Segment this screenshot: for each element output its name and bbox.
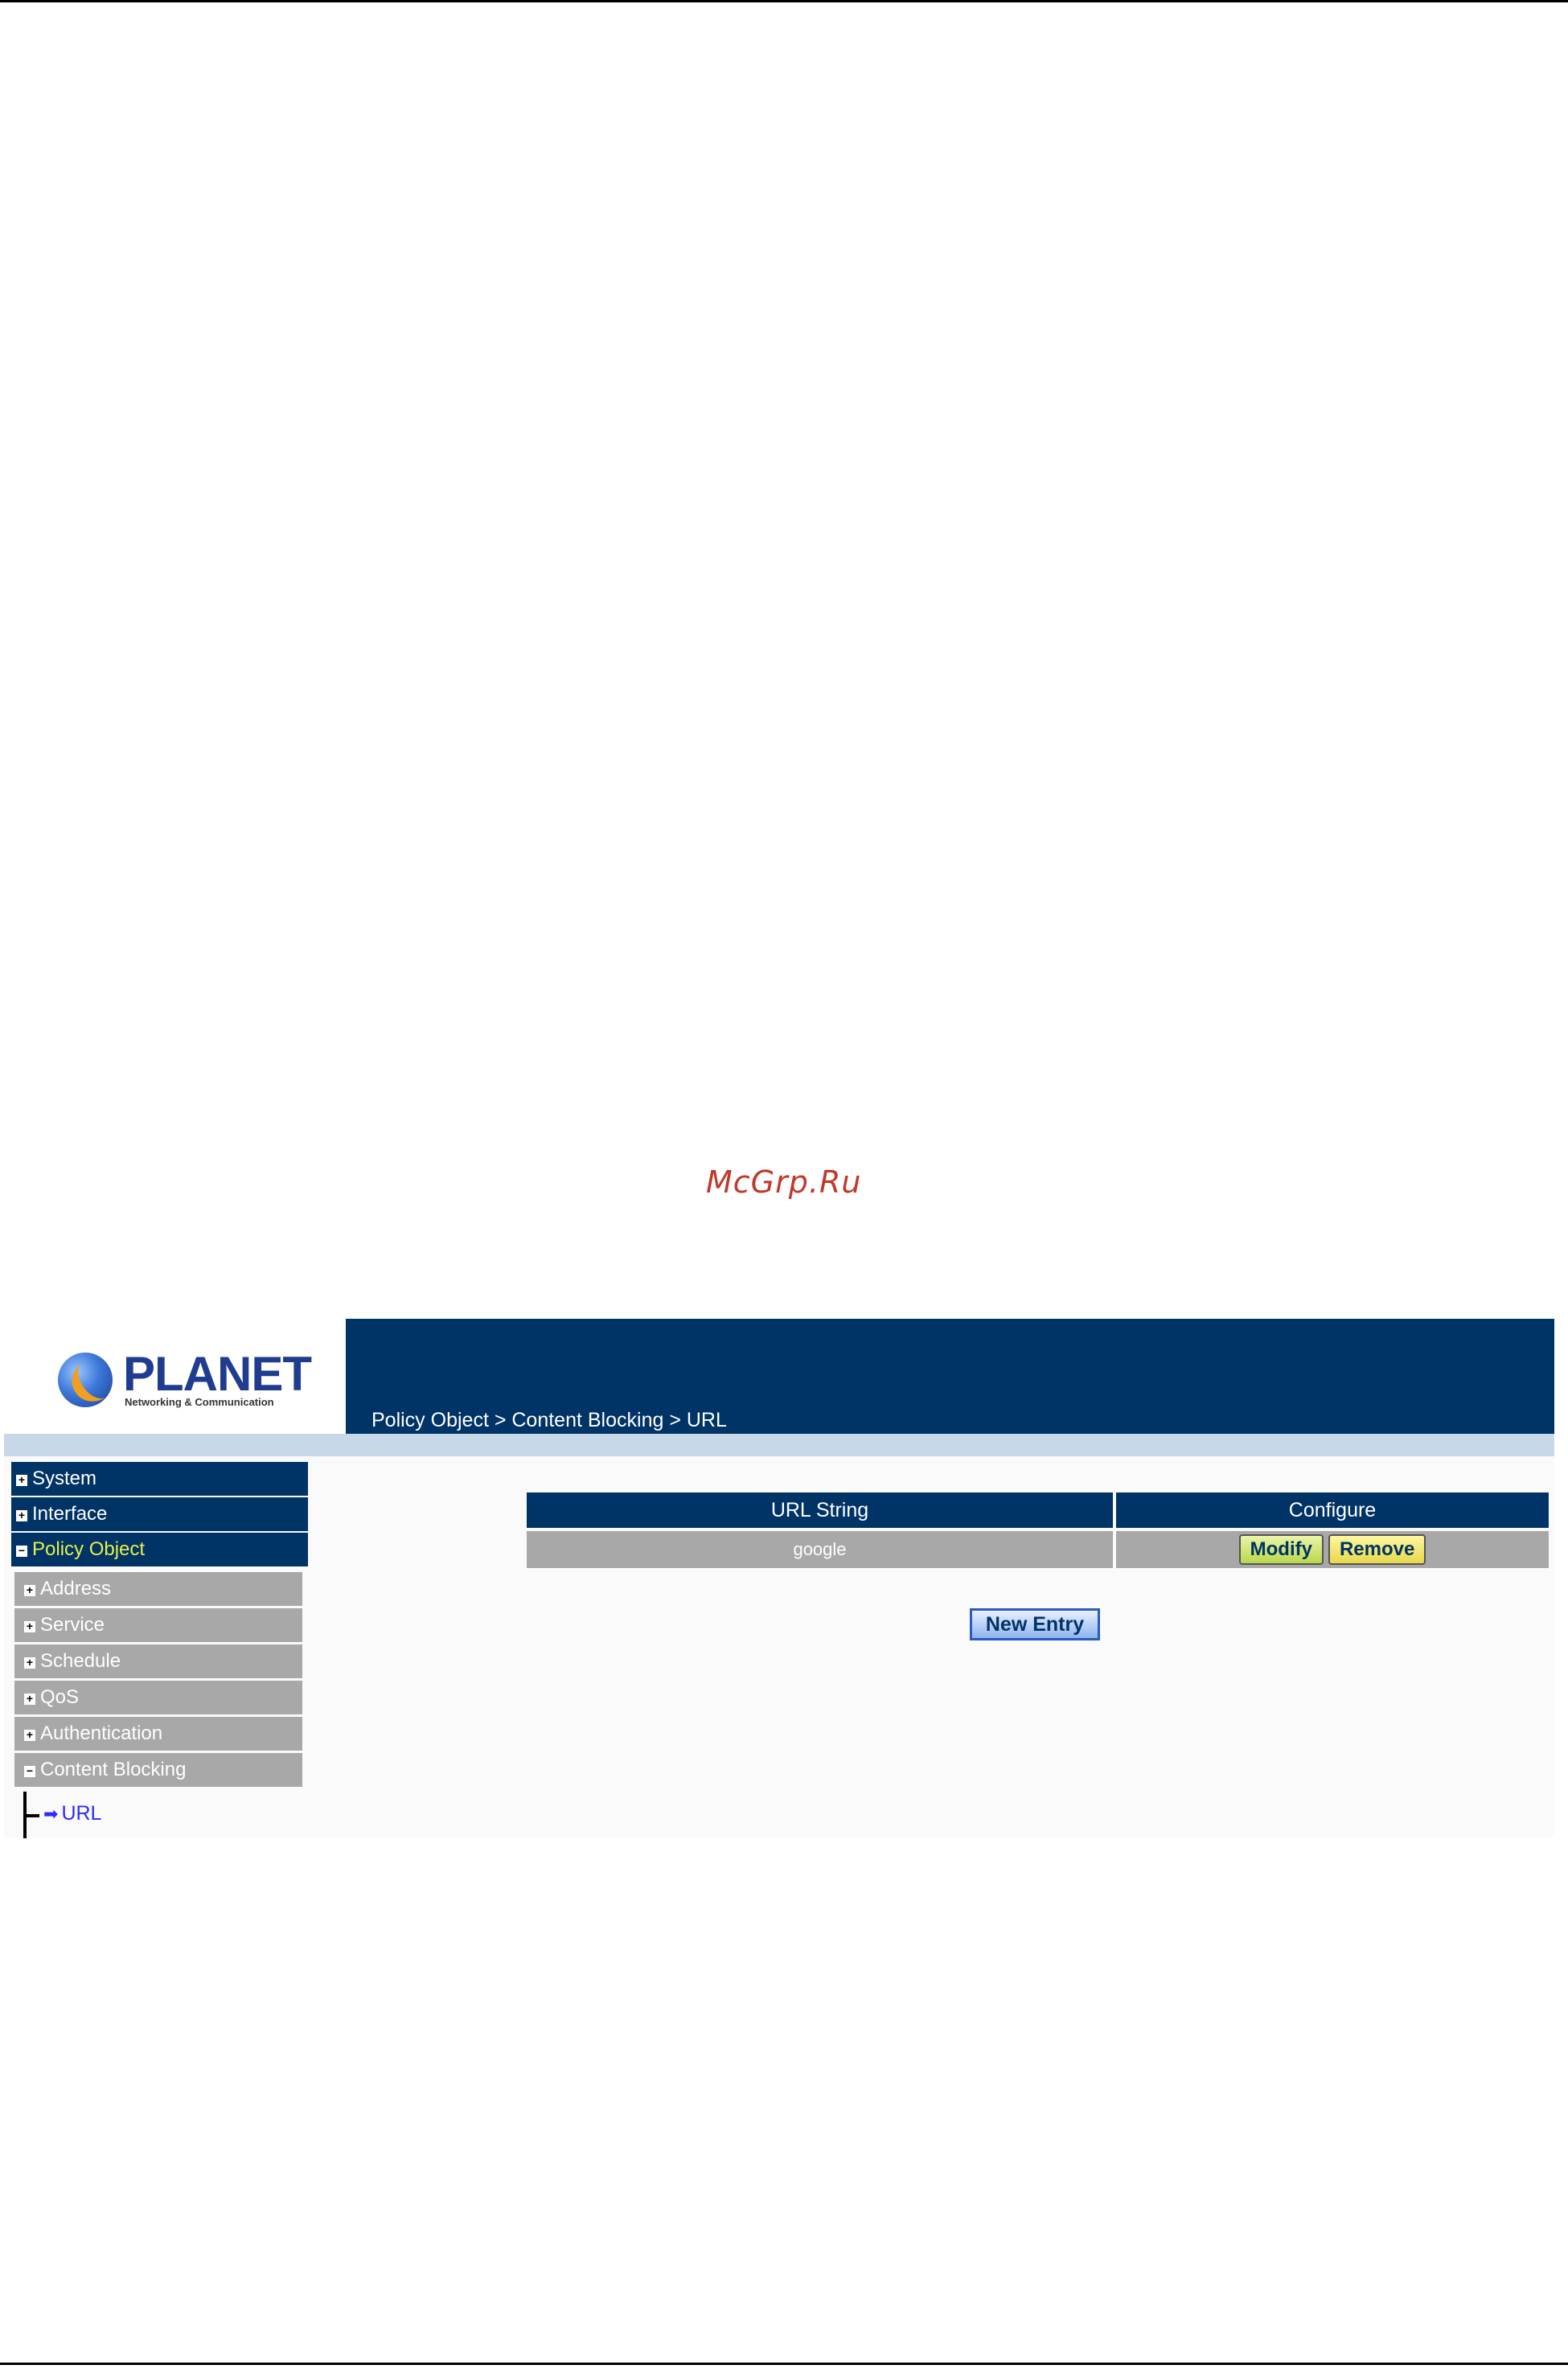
logo-area: PLANET Networking & Communication (4, 1319, 346, 1434)
page-top-rule (0, 0, 1568, 2)
expand-plus-icon: + (16, 1509, 27, 1521)
column-header-configure: Configure (1116, 1492, 1549, 1528)
sidebar-subitem-label: Address (40, 1578, 112, 1599)
expand-plus-icon: + (24, 1657, 35, 1669)
url-table: URL String Configure google Modify Remove (523, 1489, 1552, 1571)
logo-text: PLANET (123, 1347, 312, 1401)
sidebar-subitem-label: Schedule (40, 1650, 121, 1672)
expand-plus-icon: + (24, 1729, 35, 1741)
header-substrip (4, 1434, 1554, 1456)
logo-tagline: Networking & Communication (125, 1396, 274, 1408)
new-entry-button[interactable]: New Entry (970, 1608, 1100, 1640)
sidebar-item-label: System (32, 1468, 97, 1489)
expand-plus-icon: + (24, 1620, 35, 1632)
url-string-cell: google (527, 1531, 1113, 1568)
table-header-row: URL String Configure (527, 1492, 1549, 1528)
sidebar-subitem-authentication[interactable]: + Authentication (14, 1717, 302, 1751)
page-bottom-rule (0, 2363, 1568, 2365)
sidebar-leaf-label: URL (61, 1802, 102, 1825)
sidebar-subitem-service[interactable]: + Service (14, 1608, 302, 1642)
sidebar-item-label: Interface (32, 1503, 108, 1525)
tree-branch-icon (23, 1814, 39, 1817)
remove-button[interactable]: Remove (1328, 1534, 1426, 1565)
sidebar-item-policy-object[interactable]: − Policy Object (11, 1533, 308, 1566)
table-row: google Modify Remove (527, 1531, 1549, 1568)
sidebar-subitem-content-blocking[interactable]: − Content Blocking (14, 1753, 302, 1787)
breadcrumb: Policy Object > Content Blocking > URL (371, 1409, 727, 1431)
sidebar-item-interface[interactable]: + Interface (11, 1497, 308, 1531)
sidebar-subitem-label: QoS (40, 1686, 80, 1708)
modify-button[interactable]: Modify (1238, 1534, 1324, 1565)
collapse-minus-icon: − (16, 1545, 27, 1557)
sidebar-item-system[interactable]: + System (11, 1462, 308, 1496)
sidebar-item-label: Policy Object (32, 1538, 146, 1560)
expand-plus-icon: + (16, 1474, 27, 1486)
configure-cell: Modify Remove (1116, 1531, 1549, 1568)
sidebar-subitem-qos[interactable]: + QoS (14, 1681, 302, 1714)
collapse-minus-icon: − (24, 1765, 35, 1777)
arrow-right-icon: ➡ (43, 1804, 59, 1824)
sidebar-leaf-url[interactable]: ➡ URL (43, 1802, 101, 1825)
sidebar-subitem-label: Authentication (40, 1722, 163, 1744)
sidebar-subitem-label: Content Blocking (40, 1759, 187, 1780)
expand-plus-icon: + (24, 1584, 35, 1596)
sidebar-subitem-schedule[interactable]: + Schedule (14, 1644, 302, 1678)
sidebar-subitem-label: Service (40, 1614, 105, 1636)
watermark-text: McGrp.Ru (706, 1164, 862, 1200)
sidebar-subitem-address[interactable]: + Address (14, 1572, 302, 1606)
column-header-url-string: URL String (527, 1492, 1113, 1528)
expand-plus-icon: + (24, 1693, 35, 1705)
